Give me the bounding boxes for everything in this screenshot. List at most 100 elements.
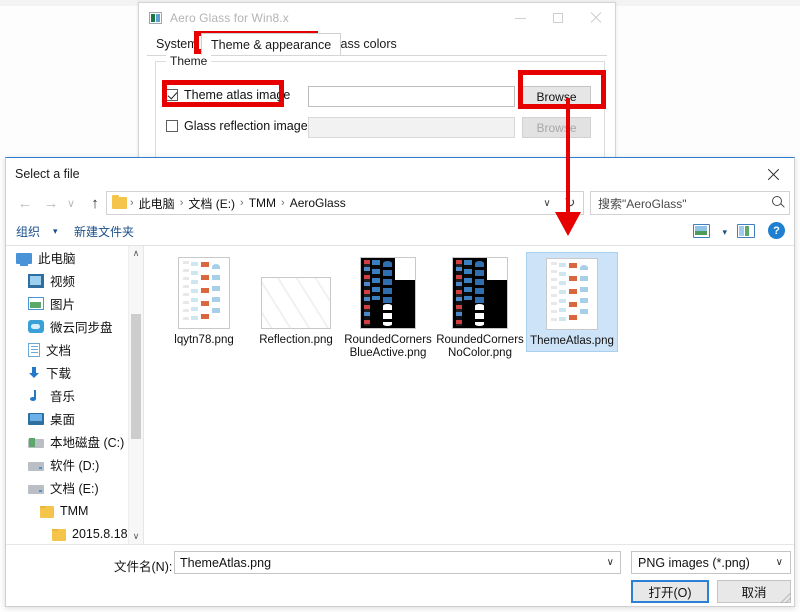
- drive-c-icon: [28, 439, 44, 448]
- breadcrumb-item-2[interactable]: TMM: [245, 196, 280, 210]
- file-name: RoundedCornersBlueActive.png: [344, 334, 432, 360]
- sidebar-item-label: 微云同步盘: [50, 317, 113, 336]
- chevron-down-icon[interactable]: ∨: [607, 557, 614, 568]
- close-button[interactable]: [577, 3, 615, 33]
- maximize-button[interactable]: [539, 3, 577, 33]
- address-dropdown-icon[interactable]: ∨: [537, 192, 557, 214]
- sidebar-item-8[interactable]: 本地磁盘 (C:): [6, 430, 143, 453]
- thumbnail-reflection: [261, 277, 331, 329]
- file-name: ThemeAtlas.png: [529, 335, 615, 348]
- navigation-tree[interactable]: 此电脑视频图片微云同步盘文档下载音乐桌面本地磁盘 (C:) 软件 (D:) 文档 (…: [6, 246, 143, 544]
- folder-icon: [112, 197, 127, 209]
- breadcrumb-item-0[interactable]: 此电脑: [135, 195, 179, 212]
- minimize-button[interactable]: [501, 3, 539, 33]
- dialog-close-button[interactable]: [756, 162, 790, 186]
- scroll-down-icon[interactable]: ∨: [129, 529, 143, 544]
- sidebar-item-2[interactable]: 图片: [6, 292, 143, 315]
- file-item-0[interactable]: lqytn78.png: [158, 252, 250, 350]
- annotation-arrow-line: [566, 98, 570, 220]
- file-thumbnail: [529, 257, 615, 330]
- aero-window-title: Aero Glass for Win8.x: [170, 11, 289, 25]
- forward-button[interactable]: →: [38, 190, 64, 216]
- theme-atlas-path-input[interactable]: [308, 86, 515, 107]
- sidebar-item-12[interactable]: 2015.8.18: [6, 522, 143, 544]
- navigation-bar: ← → ∨ ↑ › 此电脑 › 文档 (E:) › TMM › AeroGlas…: [6, 188, 794, 218]
- aero-titlebar: Aero Glass for Win8.x: [139, 3, 615, 33]
- file-thumbnail: [160, 256, 248, 329]
- music-icon: [28, 389, 44, 403]
- sidebar-item-label: 本地磁盘 (C:): [50, 432, 124, 451]
- sidebar-item-label: 视频: [50, 271, 75, 290]
- resize-grip[interactable]: [781, 593, 791, 603]
- preview-pane-icon[interactable]: [737, 224, 755, 238]
- cloud-icon: [28, 320, 44, 333]
- glass-reflection-label: Glass reflection image: [184, 119, 308, 133]
- help-icon[interactable]: ?: [768, 222, 785, 239]
- sidebar-item-5[interactable]: 下载: [6, 361, 143, 384]
- dialog-footer: 文件名(N): ThemeAtlas.png ∨ PNG images (*.p…: [6, 544, 794, 606]
- chevron-down-icon[interactable]: ▾: [722, 227, 727, 238]
- scroll-up-icon[interactable]: ∧: [129, 246, 143, 261]
- sidebar-item-label: 文档 (E:): [50, 478, 99, 497]
- annotation-box-browse-button: [518, 70, 606, 109]
- sidebar-item-11[interactable]: TMM: [6, 499, 143, 522]
- pc-icon: [16, 253, 32, 264]
- thumbnail-atlas-dark: [452, 257, 508, 329]
- file-item-4[interactable]: ThemeAtlas.png: [526, 252, 618, 352]
- sidebar-item-label: 此电脑: [38, 248, 76, 267]
- thumbnail-atlas-dark: [360, 257, 416, 329]
- sidebar-item-1[interactable]: 视频: [6, 269, 143, 292]
- filetype-select[interactable]: PNG images (*.png) ∨: [631, 551, 791, 574]
- file-item-2[interactable]: RoundedCornersBlueActive.png: [342, 252, 434, 363]
- history-dropdown-button[interactable]: ∨: [62, 190, 80, 216]
- sidebar-item-3[interactable]: 微云同步盘: [6, 315, 143, 338]
- sidebar-item-4[interactable]: 文档: [6, 338, 143, 361]
- sidebar-item-label: 文档: [46, 340, 71, 359]
- close-icon: [590, 12, 602, 24]
- refresh-icon[interactable]: ↻: [559, 192, 581, 214]
- view-mode-icon[interactable]: [693, 224, 710, 238]
- file-list[interactable]: lqytn78.pngReflection.pngRoundedCornersB…: [144, 246, 794, 544]
- address-bar[interactable]: › 此电脑 › 文档 (E:) › TMM › AeroGlass ∨ ↻: [106, 191, 584, 215]
- sidebar-item-0[interactable]: 此电脑: [6, 246, 143, 269]
- organize-button[interactable]: 组织: [16, 223, 40, 240]
- glass-reflection-checkbox[interactable]: [166, 120, 178, 132]
- glass-reflection-checkbox-row[interactable]: Glass reflection image: [166, 119, 308, 133]
- sidebar-item-10[interactable]: 文档 (E:): [6, 476, 143, 499]
- annotation-arrow-head: [555, 212, 581, 236]
- filename-input[interactable]: ThemeAtlas.png ∨: [174, 551, 621, 574]
- file-item-1[interactable]: Reflection.png: [250, 252, 342, 350]
- new-folder-button[interactable]: 新建文件夹: [74, 223, 134, 240]
- pictures-icon: [28, 297, 44, 310]
- filename-label: 文件名(N):: [114, 556, 172, 575]
- open-button[interactable]: 打开(O): [631, 580, 709, 603]
- sidebar-item-label: 2015.8.18: [72, 527, 128, 541]
- file-item-3[interactable]: RoundedCornersNoColor.png: [434, 252, 526, 363]
- tab-theme-appearance[interactable]: Theme & appearance: [201, 33, 341, 55]
- search-icon: [772, 196, 782, 206]
- file-name: lqytn78.png: [160, 334, 248, 347]
- cancel-button[interactable]: 取消: [717, 580, 791, 603]
- sidebar-scrollbar[interactable]: ∧ ∨: [128, 246, 143, 544]
- chevron-down-icon[interactable]: ∨: [776, 557, 783, 568]
- search-box[interactable]: 搜索"AeroGlass": [590, 191, 790, 215]
- sidebar-item-6[interactable]: 音乐: [6, 384, 143, 407]
- sidebar-item-9[interactable]: 软件 (D:): [6, 453, 143, 476]
- file-thumbnail: [436, 256, 524, 329]
- breadcrumb-item-3[interactable]: AeroGlass: [286, 196, 350, 210]
- file-thumbnail: [252, 256, 340, 329]
- breadcrumb-item-1[interactable]: 文档 (E:): [184, 195, 239, 212]
- chevron-down-icon[interactable]: ▾: [53, 226, 58, 237]
- video-icon: [28, 274, 44, 288]
- back-button[interactable]: ←: [12, 190, 38, 216]
- sidebar-item-label: 音乐: [50, 386, 75, 405]
- sidebar-item-7[interactable]: 桌面: [6, 407, 143, 430]
- scrollbar-thumb[interactable]: [131, 314, 141, 439]
- folder-icon: [52, 529, 66, 541]
- up-button[interactable]: ↑: [82, 190, 108, 216]
- window-controls: [501, 3, 615, 33]
- filetype-value: PNG images (*.png): [638, 556, 750, 570]
- downloads-icon: [28, 366, 40, 380]
- filename-value: ThemeAtlas.png: [180, 556, 271, 570]
- sidebar-item-label: TMM: [60, 504, 88, 518]
